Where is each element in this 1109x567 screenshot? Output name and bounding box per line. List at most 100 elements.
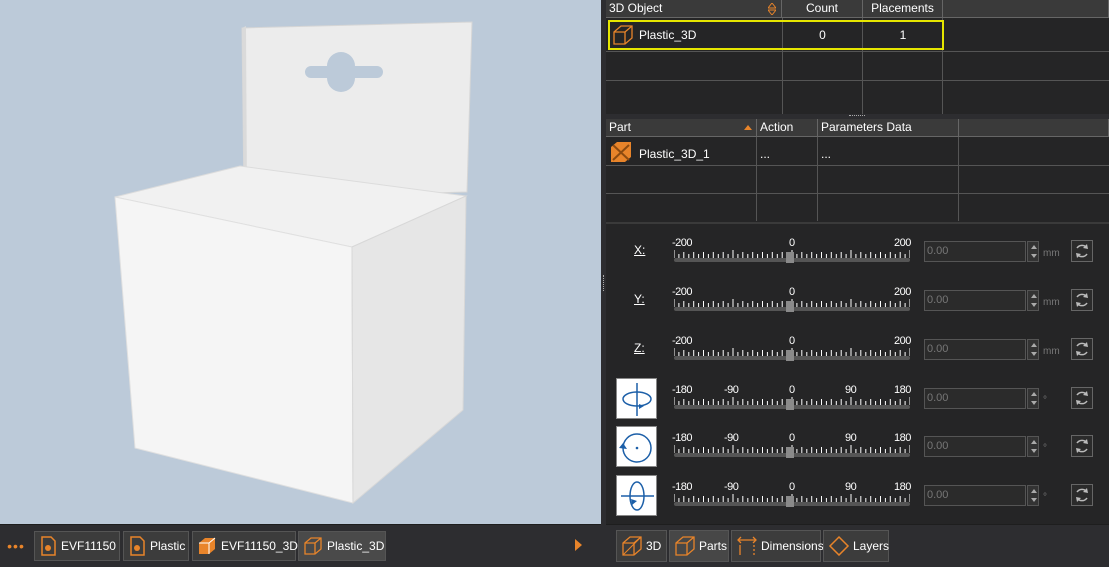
axis-label: Z: (634, 341, 645, 355)
doc-tab-plastic[interactable]: Plastic (123, 531, 189, 561)
slider-thumb[interactable] (786, 252, 794, 263)
doc-tab-label: Plastic_3D (327, 539, 385, 553)
reset-button[interactable] (1071, 240, 1093, 262)
tab-layers[interactable]: Layers (823, 530, 889, 562)
column-header-action[interactable]: Action (757, 119, 818, 137)
sort-toggle-icon (768, 3, 776, 15)
spin-buttons[interactable] (1027, 290, 1039, 311)
rotate-x-icon[interactable] (616, 378, 657, 419)
slider-thumb[interactable] (786, 399, 794, 410)
more-tabs-button[interactable]: ••• (4, 531, 28, 561)
value-slider[interactable]: -200 0 200 (672, 335, 912, 365)
grid-line (606, 80, 1109, 81)
column-header-3d-object[interactable]: 3D Object (606, 0, 782, 18)
unit-label: ° (1043, 395, 1047, 406)
value-input[interactable]: 0.00 (924, 388, 1026, 409)
part-params-button[interactable]: ... (821, 147, 831, 161)
value-slider[interactable]: -200 0 200 (672, 237, 912, 267)
slider-thumb[interactable] (786, 350, 794, 361)
panel-tab-bar: 3D Parts Dimensions Layers (606, 524, 1109, 567)
value-input[interactable]: 0.00 (924, 485, 1026, 506)
value-input[interactable]: 0.00 (924, 436, 1026, 457)
spin-buttons[interactable] (1027, 436, 1039, 457)
value-slider[interactable]: -180 -90 0 90 180 (672, 432, 912, 462)
tab-label: Parts (699, 539, 728, 553)
selected-row-highlight (608, 20, 944, 50)
slider-thumb[interactable] (786, 496, 794, 507)
slider-tick-label: -90 (724, 432, 739, 444)
doc-tab-plastic-3d[interactable]: Plastic_3D (298, 531, 386, 561)
column-header-part[interactable]: Part (606, 119, 757, 137)
value-slider[interactable]: -200 0 200 (672, 286, 912, 316)
3d-viewport[interactable] (0, 0, 601, 524)
value-input[interactable]: 0.00 (924, 290, 1026, 311)
unit-label: ° (1043, 443, 1047, 454)
scroll-tabs-right-icon[interactable] (575, 539, 582, 551)
value-input[interactable]: 0.00 (924, 241, 1026, 262)
slider-thumb[interactable] (786, 447, 794, 458)
slider-tick-label: -200 (672, 286, 693, 298)
reset-icon (1076, 293, 1088, 307)
slider-tick-label: 180 (894, 432, 911, 444)
slider-tick-label: 180 (894, 384, 911, 396)
box-3d-icon (303, 536, 323, 556)
document-icon (128, 536, 146, 556)
part-name: Plastic_3D_1 (639, 147, 710, 161)
slider-tick-label: -90 (724, 384, 739, 396)
right-panel: 3D Object Count Placements Plastic_3D 0 … (606, 0, 1109, 567)
part-grid: Part Action Parameters Data Plastic_3D_1… (606, 119, 1109, 221)
reset-button[interactable] (1071, 289, 1093, 311)
reset-button[interactable] (1071, 387, 1093, 409)
part-icon (609, 141, 633, 163)
column-header-count[interactable]: Count (782, 0, 863, 18)
slider-tick-label: -180 (672, 432, 693, 444)
cube-icon (621, 535, 643, 557)
rotate-y-icon[interactable] (616, 475, 657, 516)
slider-tick-label: 0 (789, 432, 795, 444)
unit-label: mm (1043, 346, 1060, 357)
slider-tick-label: 0 (789, 481, 795, 493)
object-grid: 3D Object Count Placements Plastic_3D 0 … (606, 0, 1109, 114)
slider-thumb[interactable] (786, 301, 794, 312)
value-input[interactable]: 0.00 (924, 339, 1026, 360)
spin-buttons[interactable] (1027, 241, 1039, 262)
grid-line (817, 137, 818, 221)
slider-tick-label: 0 (789, 335, 795, 347)
doc-tab-label: EVF11150_3D (221, 539, 298, 553)
value-slider[interactable]: -180 -90 0 90 180 (672, 384, 912, 414)
rotate-z-icon[interactable] (616, 426, 657, 467)
reset-button[interactable] (1071, 435, 1093, 457)
transform-row: Y: -200 0 200 0.00 mm (606, 278, 1109, 326)
slider-tick-label: 0 (789, 286, 795, 298)
axis-label: Y: (634, 292, 645, 306)
parts-icon (674, 535, 696, 557)
tab-3d[interactable]: 3D (616, 530, 667, 562)
slider-tick-label: 180 (894, 481, 911, 493)
reset-icon (1076, 488, 1088, 502)
doc-tab-evf11150-3d[interactable]: EVF11150_3D (192, 531, 298, 561)
column-header-placements[interactable]: Placements (863, 0, 943, 18)
column-header-parameters-data[interactable]: Parameters Data (818, 119, 959, 137)
slider-tick-label: -180 (672, 481, 693, 493)
tab-dimensions[interactable]: Dimensions (731, 530, 824, 562)
slider-tick-label: -180 (672, 384, 693, 396)
transform-row: -180 -90 0 90 180 0.00 ° (606, 376, 1109, 424)
box-3d-icon (197, 536, 217, 556)
reset-button[interactable] (1071, 338, 1093, 360)
spin-buttons[interactable] (1027, 485, 1039, 506)
tab-label: Layers (853, 539, 890, 553)
slider-tick-label: -90 (724, 481, 739, 493)
transform-panel: X: -200 0 200 0.00 mm Y: -200 0 200 0.00 mm Z: -200 0 2… (606, 222, 1109, 524)
spin-buttons[interactable] (1027, 388, 1039, 409)
doc-tab-evf11150[interactable]: EVF11150 (34, 531, 120, 561)
part-action-button[interactable]: ... (760, 147, 770, 161)
tab-parts[interactable]: Parts (669, 530, 729, 562)
reset-icon (1076, 391, 1088, 405)
transform-row: Z: -200 0 200 0.00 mm (606, 327, 1109, 375)
value-slider[interactable]: -180 -90 0 90 180 (672, 481, 912, 511)
splitter-grip (849, 115, 865, 117)
box-3d-model[interactable] (0, 0, 601, 524)
grid-line (756, 137, 757, 221)
spin-buttons[interactable] (1027, 339, 1039, 360)
reset-button[interactable] (1071, 484, 1093, 506)
